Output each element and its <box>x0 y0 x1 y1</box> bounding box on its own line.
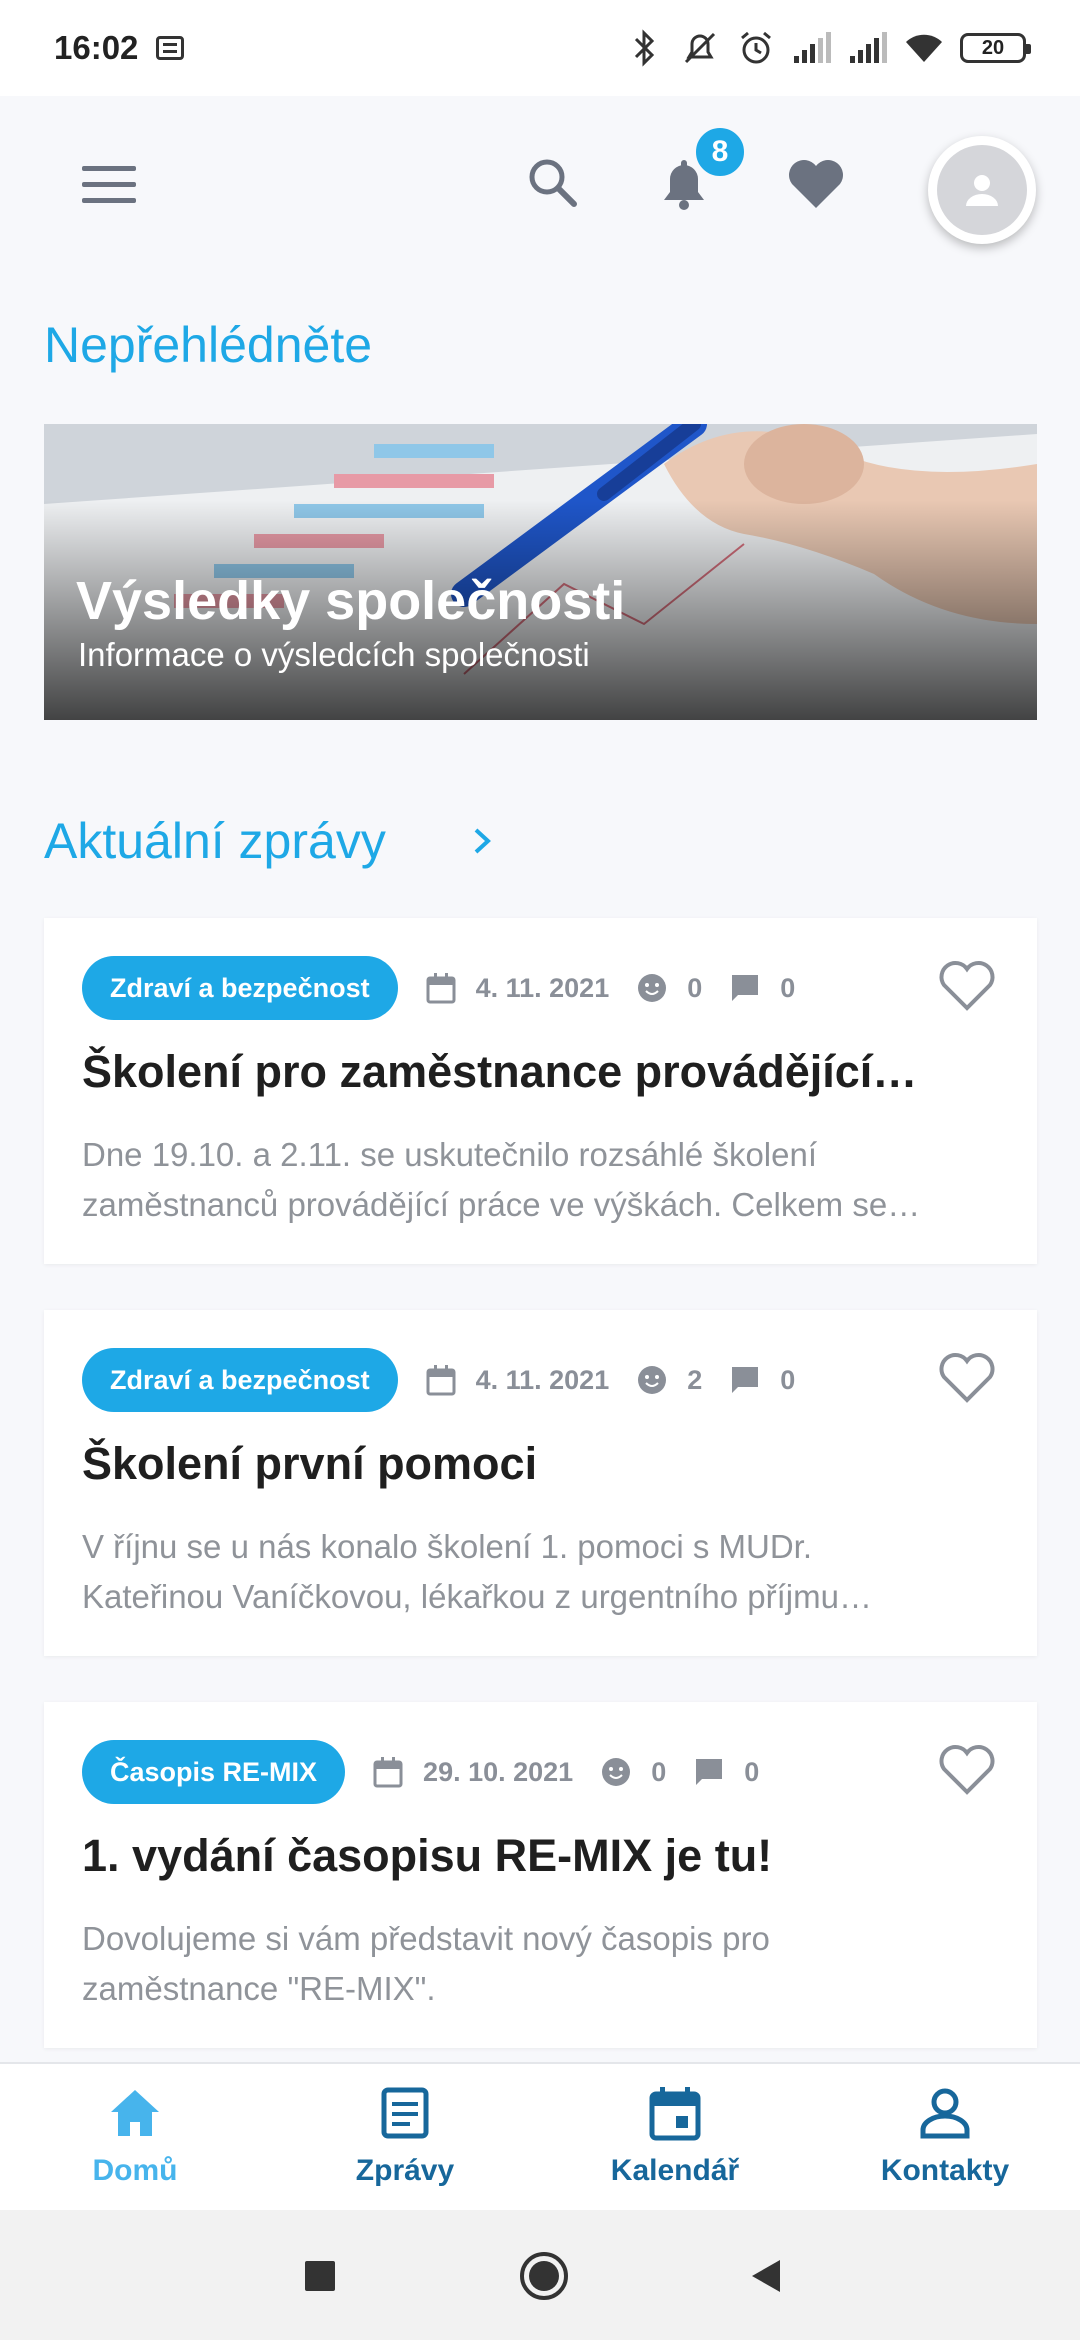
news-title[interactable]: 1. vydání časopisu RE-MIX je tu! <box>82 1830 1002 1882</box>
back-triangle-icon <box>752 2260 780 2292</box>
recent-apps-button[interactable] <box>290 2246 350 2306</box>
notification-badge: 8 <box>692 124 748 180</box>
favorite-heart-icon[interactable] <box>937 958 997 1014</box>
comment-icon <box>728 1363 762 1397</box>
circle-icon <box>520 2252 568 2300</box>
news-title[interactable]: Školení první pomoci <box>82 1438 1002 1490</box>
calendar-icon <box>649 2087 701 2141</box>
news-date: 4. 11. 2021 <box>475 972 610 1003</box>
calendar-icon <box>424 971 458 1005</box>
smiley-icon <box>635 971 669 1005</box>
banner-title: Výsledky společnosti <box>76 571 626 631</box>
category-chip[interactable]: Zdraví a bezpečnost <box>82 1348 398 1412</box>
bottom-navigation: Domů Zprávy Kalendář Kontakty <box>0 2062 1080 2210</box>
banner-subtitle: Informace o výsledcích společnosti <box>78 636 590 673</box>
app-header: 8 <box>0 96 1080 272</box>
search-icon[interactable] <box>524 154 580 210</box>
category-chip[interactable]: Časopis RE-MIX <box>82 1740 346 1804</box>
reaction-count: 2 <box>687 1364 703 1395</box>
comment-icon <box>692 1755 726 1789</box>
news-title[interactable]: Školení pro zaměstnance provádějící… <box>82 1046 1002 1098</box>
smiley-icon <box>599 1755 633 1789</box>
nav-item-contacts[interactable]: Kontakty <box>810 2064 1080 2210</box>
category-chip[interactable]: Zdraví a bezpečnost <box>82 956 398 1020</box>
back-button[interactable] <box>736 2246 796 2306</box>
news-excerpt: V říjnu se u nás konalo školení 1. pomoc… <box>82 1528 872 1615</box>
favorite-heart-icon[interactable] <box>937 1350 997 1406</box>
avatar[interactable] <box>928 136 1036 244</box>
news-section-title[interactable]: Aktuální zprávy <box>44 812 386 870</box>
comment-count: 0 <box>744 1756 760 1787</box>
system-navigation-bar <box>0 2210 1080 2340</box>
comment-count: 0 <box>780 972 796 1003</box>
news-card[interactable]: Časopis RE-MIX 29. 10. 2021 0 0 1. vydán… <box>44 1702 1037 2048</box>
chevron-right-icon[interactable] <box>466 826 496 856</box>
status-bar: 16:02 20 <box>0 0 1080 96</box>
battery-icon: 20 <box>960 33 1031 63</box>
news-excerpt: Dne 19.10. a 2.11. se uskutečnilo rozsáh… <box>82 1136 921 1223</box>
news-date: 4. 11. 2021 <box>475 1364 610 1395</box>
news-date: 29. 10. 2021 <box>423 1756 574 1787</box>
news-card[interactable]: Zdraví a bezpečnost 4. 11. 2021 0 0 Škol… <box>44 918 1037 1264</box>
menu-icon[interactable] <box>82 166 136 206</box>
signal-icon-2 <box>848 28 888 68</box>
alarm-icon <box>736 28 776 68</box>
bluetooth-icon <box>624 28 664 68</box>
home-button[interactable] <box>514 2246 574 2306</box>
person-icon <box>920 2088 970 2139</box>
wifi-icon <box>904 28 944 68</box>
comment-icon <box>728 971 762 1005</box>
square-icon <box>305 2261 335 2291</box>
news-excerpt: Dovolujeme si vám představit nový časopi… <box>82 1920 770 2007</box>
article-icon <box>381 2087 429 2139</box>
signal-icon <box>792 28 832 68</box>
silent-icon <box>680 28 720 68</box>
smiley-icon <box>635 1363 669 1397</box>
calendar-icon <box>371 1755 405 1789</box>
featured-banner[interactable]: Výsledky společnosti Informace o výsledc… <box>44 424 1037 720</box>
nav-item-calendar[interactable]: Kalendář <box>540 2064 810 2210</box>
reaction-count: 0 <box>687 972 703 1003</box>
favorite-heart-icon[interactable] <box>937 1742 997 1798</box>
reaction-count: 0 <box>651 1756 667 1787</box>
favorites-icon[interactable] <box>786 156 846 212</box>
featured-section-title: Nepřehlédněte <box>44 317 373 373</box>
calendar-icon <box>424 1363 458 1397</box>
status-time: 16:02 <box>54 29 139 66</box>
comment-count: 0 <box>780 1364 796 1395</box>
news-card[interactable]: Zdraví a bezpečnost 4. 11. 2021 2 0 Škol… <box>44 1310 1037 1656</box>
message-notification-icon <box>156 36 185 60</box>
nav-item-home[interactable]: Domů <box>0 2064 270 2210</box>
person-icon <box>966 175 998 206</box>
nav-item-news[interactable]: Zprávy <box>270 2064 540 2210</box>
home-icon <box>111 2090 159 2136</box>
